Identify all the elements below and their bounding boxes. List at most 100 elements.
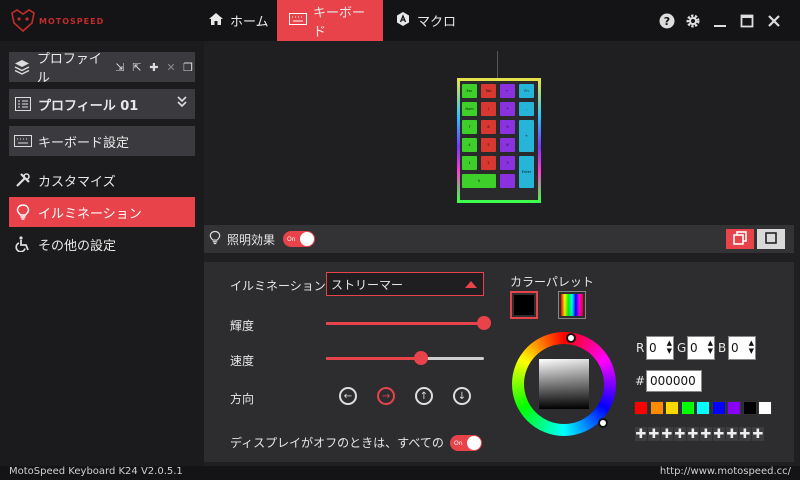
palette-swatch[interactable] — [634, 401, 648, 415]
panther-logo-icon — [11, 9, 35, 33]
g-value: 0 — [690, 341, 698, 355]
direction-down-button[interactable]: ↓ — [453, 387, 471, 405]
palette-swatch[interactable] — [665, 401, 679, 415]
key-7[interactable]: * — [500, 102, 515, 116]
profile-selected-label: プロフィール 01 — [38, 98, 139, 114]
settings-icon[interactable] — [683, 11, 703, 31]
add-custom-color-icon[interactable]: ✚ — [713, 427, 725, 442]
close-icon[interactable] — [764, 11, 784, 31]
direction-left-button[interactable]: ← — [339, 387, 357, 405]
key-6[interactable]: / — [481, 102, 496, 116]
tab-macro[interactable]: マクロ — [383, 0, 468, 41]
sidebar-item-label: その他の設定 — [38, 238, 117, 254]
key-21[interactable]: . — [500, 174, 515, 188]
export-icon[interactable]: ⇱ — [130, 61, 144, 74]
display-off-toggle[interactable]: On — [450, 435, 482, 451]
add-custom-color-icon[interactable]: ✚ — [674, 427, 686, 442]
spinner-icon[interactable]: ▲ ▼ — [708, 339, 713, 355]
copy-icon — [733, 230, 747, 248]
key-2[interactable]: Tab — [481, 84, 496, 98]
key-18[interactable]: 3 — [500, 156, 515, 170]
spinner-icon[interactable]: ▲ ▼ — [749, 339, 754, 355]
view-mode-multi-button[interactable] — [726, 229, 754, 249]
palette-swatch[interactable] — [649, 401, 664, 415]
sidebar-item-keyboard-settings[interactable]: キーボード設定 — [9, 126, 195, 156]
palette-swatch[interactable] — [742, 401, 757, 415]
hex-input[interactable]: 000000 — [646, 370, 702, 392]
direction-right-button[interactable]: → — [377, 387, 395, 405]
key-13[interactable]: 5 — [481, 138, 496, 152]
key-20[interactable]: 0 — [462, 174, 496, 188]
profile-select[interactable]: プロフィール 01 — [9, 89, 195, 119]
delete-icon[interactable]: ✕ — [164, 61, 178, 74]
lighting-toggle[interactable]: On — [283, 231, 316, 247]
key-14[interactable]: 6 — [500, 138, 515, 152]
palette-swatch[interactable] — [758, 401, 772, 415]
lighting-effect-header: 照明効果 On — [204, 225, 794, 253]
add-custom-color-icon[interactable]: ✚ — [726, 427, 738, 442]
saturation-handle[interactable] — [598, 418, 608, 428]
add-custom-color-icon[interactable]: ✚ — [687, 427, 699, 442]
key-11[interactable]: 9 — [500, 120, 515, 134]
brightness-slider[interactable] — [326, 316, 491, 330]
tab-macro-label: マクロ — [417, 15, 457, 30]
website-link[interactable]: http://www.motospeed.cc/ — [660, 466, 791, 477]
hue-handle[interactable] — [566, 333, 576, 343]
r-input[interactable]: 0 ▲ ▼ — [646, 336, 674, 360]
key-10[interactable]: 8 — [481, 120, 496, 134]
brightness-slider-thumb[interactable] — [477, 316, 491, 330]
add-custom-color-icon[interactable]: ✚ — [635, 427, 647, 442]
color-spectrum-button[interactable] — [558, 291, 586, 319]
palette-swatch[interactable] — [680, 401, 695, 415]
key-8[interactable]: - — [519, 102, 534, 116]
sidebar-item-customize[interactable]: カスタマイズ — [9, 165, 195, 195]
import-icon[interactable]: ⇲ — [113, 61, 127, 74]
speed-slider-thumb[interactable] — [413, 351, 428, 365]
minimize-icon[interactable] — [710, 11, 730, 31]
direction-up-button[interactable]: ↑ — [415, 387, 433, 405]
copy-icon[interactable]: ❐ — [181, 61, 195, 74]
help-icon[interactable]: ? — [657, 11, 677, 31]
speed-slider[interactable] — [326, 351, 484, 365]
key-16[interactable]: 1 — [462, 156, 477, 170]
key-9[interactable]: 7 — [462, 120, 477, 134]
key-15[interactable]: + — [519, 120, 534, 152]
sidebar-item-illumination[interactable]: イルミネーション — [9, 197, 195, 227]
current-color-swatch[interactable] — [510, 291, 538, 319]
maximize-icon[interactable] — [737, 11, 757, 31]
add-custom-color-icon[interactable]: ✚ — [661, 427, 673, 442]
spinner-icon[interactable]: ▲ ▼ — [667, 339, 672, 355]
effect-select[interactable]: ストリーマー — [326, 272, 484, 296]
key-17[interactable]: 2 — [481, 156, 496, 170]
layers-icon — [14, 58, 31, 76]
add-custom-color-icon[interactable]: ✚ — [752, 427, 764, 442]
keyboard-icon — [14, 132, 32, 150]
key-4[interactable]: Fn — [519, 84, 534, 98]
add-icon[interactable]: ✚ — [147, 61, 161, 74]
tab-home[interactable]: ホーム — [196, 0, 281, 41]
tab-keyboard[interactable]: キーボード — [277, 0, 383, 41]
keyboard-preview: Esc Tab ← Fn Num / * - 7 8 9 4 5 6 +1 2 3 Enter 0. — [457, 78, 541, 203]
key-1[interactable]: Esc — [462, 84, 477, 98]
macro-icon — [395, 11, 411, 31]
add-custom-color-icon[interactable]: ✚ — [648, 427, 660, 442]
speed-label: 速度 — [230, 354, 255, 368]
hash-label: # — [635, 374, 646, 388]
color-wheel[interactable] — [512, 332, 616, 436]
key-19[interactable]: Enter — [519, 156, 534, 188]
key-12[interactable]: 4 — [462, 138, 477, 152]
key-3[interactable]: ← — [500, 84, 515, 98]
b-input[interactable]: 0 ▲ ▼ — [728, 336, 756, 360]
saturation-square[interactable] — [539, 359, 589, 409]
view-mode-single-button[interactable] — [757, 229, 785, 249]
add-custom-color-icon[interactable]: ✚ — [700, 427, 712, 442]
add-custom-color-icon[interactable]: ✚ — [739, 427, 751, 442]
profile-files-label: プロファイル — [36, 52, 102, 86]
palette-swatch[interactable] — [711, 401, 726, 415]
sidebar-item-other-settings[interactable]: その他の設定 — [9, 229, 195, 259]
key-5[interactable]: Num — [462, 102, 477, 116]
palette-swatch[interactable] — [696, 401, 710, 415]
home-icon — [208, 12, 224, 30]
g-input[interactable]: 0 ▲ ▼ — [687, 336, 715, 360]
palette-swatch[interactable] — [727, 401, 741, 415]
